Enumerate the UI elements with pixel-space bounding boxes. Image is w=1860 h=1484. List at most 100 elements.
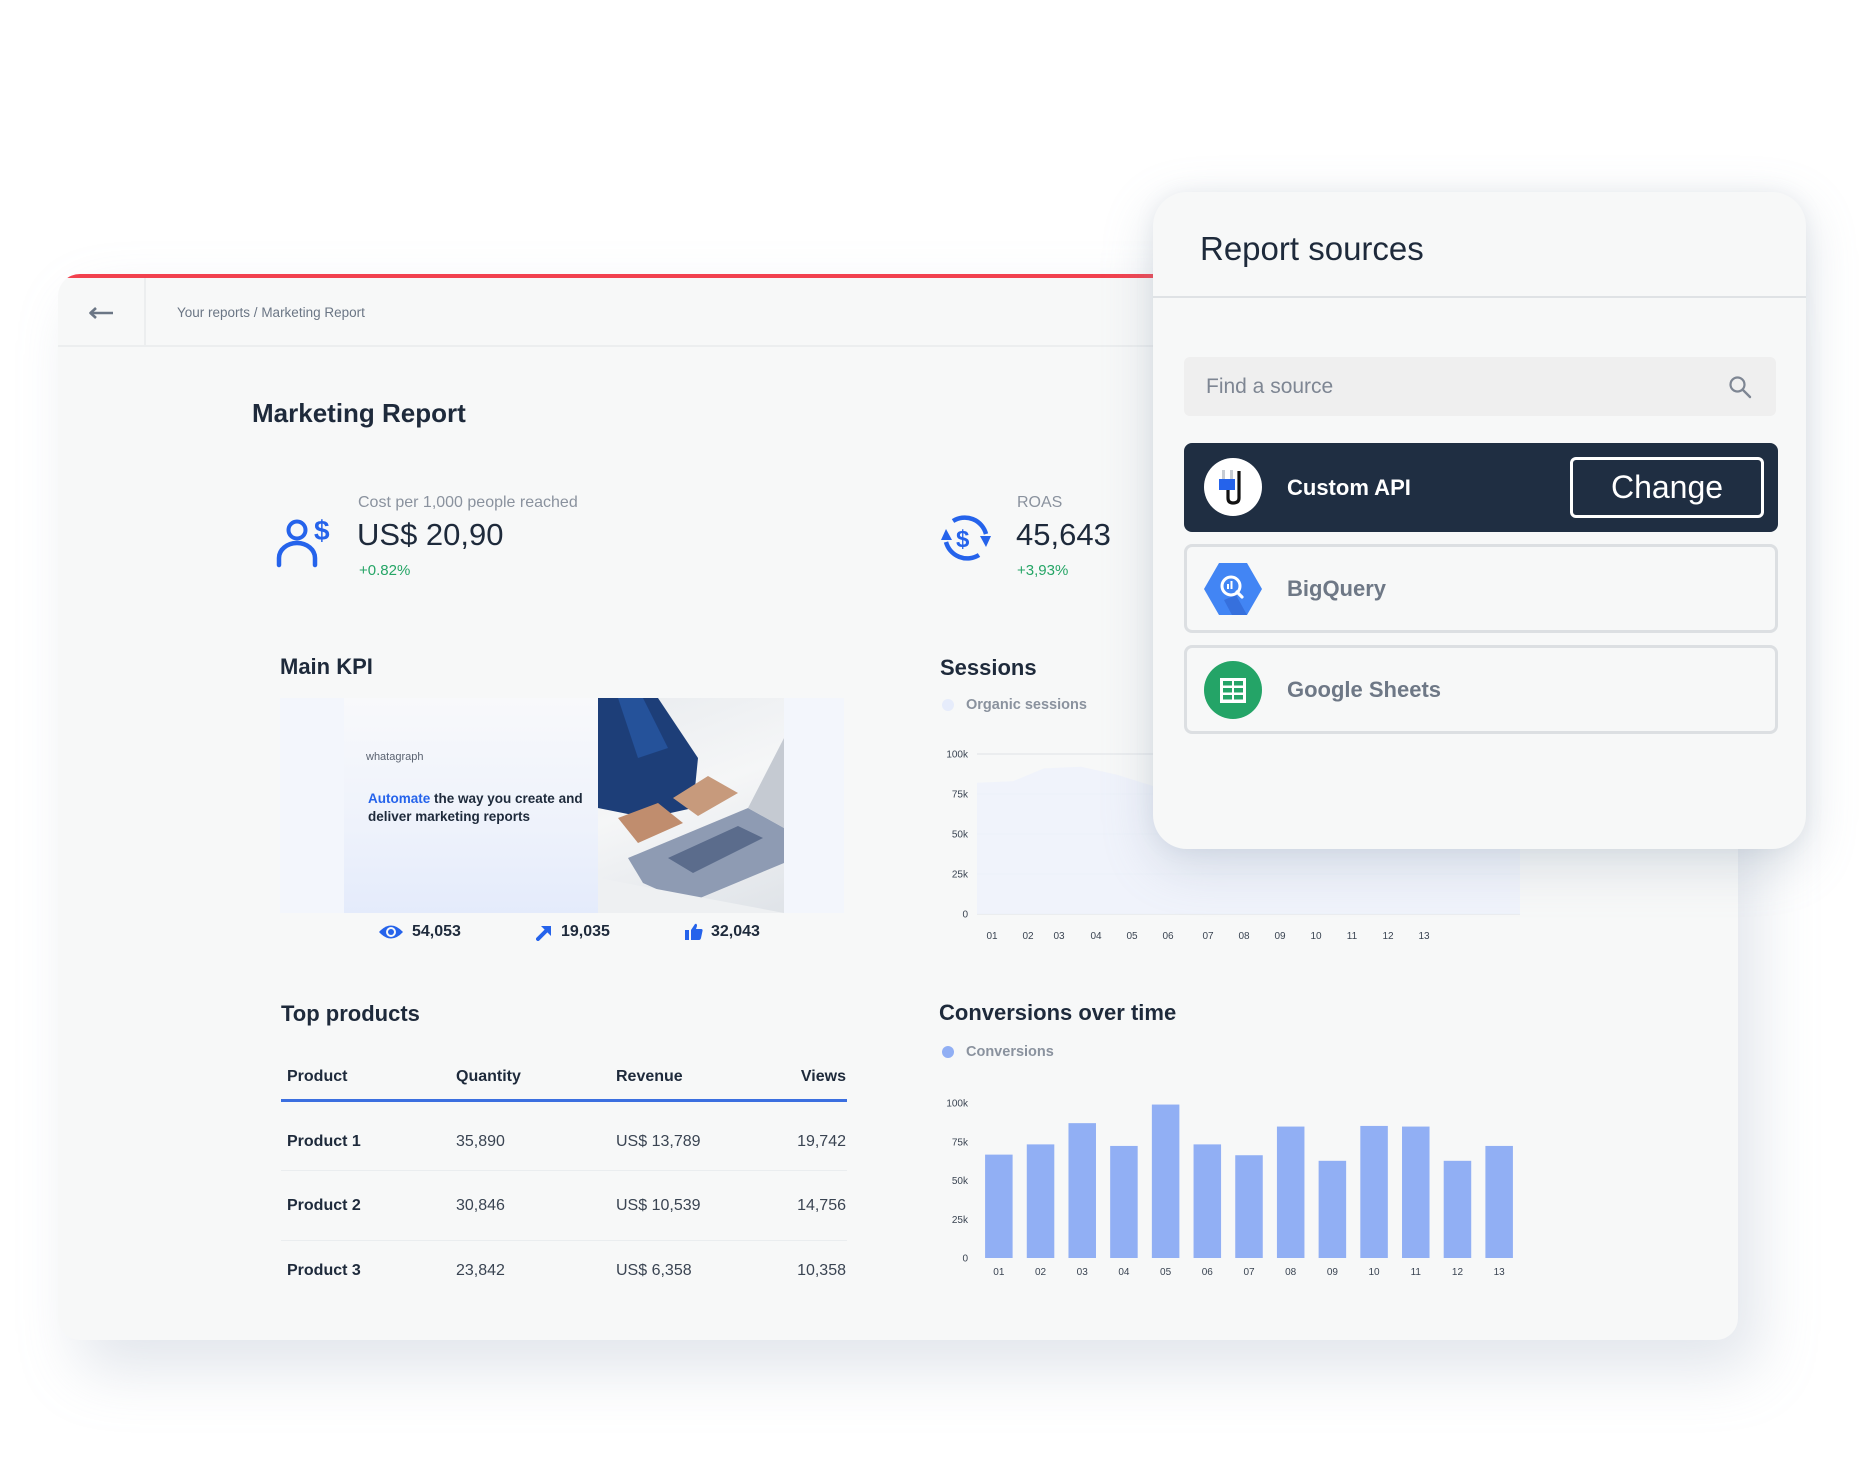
svg-text:$: $ (956, 526, 970, 553)
x-tick-label: 05 (1160, 1267, 1172, 1278)
stat-value: 19,035 (561, 923, 610, 940)
bar (1360, 1125, 1388, 1258)
user-dollar-icon: $ (276, 518, 330, 568)
x-tick-label: 13 (1418, 931, 1430, 942)
breadcrumb: Your reports / Marketing Report (177, 278, 365, 347)
x-tick-label: 06 (1202, 1267, 1214, 1278)
panel-divider (1153, 296, 1806, 298)
kpi-change: +3,93% (1017, 562, 1069, 579)
promo-banner: whatagraph Automate the way you create a… (344, 698, 598, 913)
column-header[interactable]: Product (287, 1068, 347, 1086)
stat-value: 54,053 (412, 923, 461, 940)
panel-title: Report sources (1200, 230, 1424, 267)
stat-clicks: 19,035 (536, 920, 610, 944)
breadcrumb-separator: / (250, 305, 262, 320)
x-tick-label: 04 (1090, 931, 1102, 942)
kpi-value: 45,643 (1016, 517, 1111, 552)
svg-text:$: $ (314, 518, 330, 546)
x-tick-label: 12 (1452, 1267, 1464, 1278)
google-sheets-icon (1204, 661, 1262, 719)
y-tick-label: 0 (962, 1254, 968, 1265)
x-tick-label: 03 (1053, 931, 1065, 942)
y-tick-label: 75k (952, 790, 969, 801)
column-header[interactable]: Revenue (616, 1068, 683, 1086)
legend-dot (942, 1046, 954, 1058)
x-tick-label: 04 (1118, 1267, 1130, 1278)
bar (1110, 1145, 1138, 1258)
eye-icon (379, 925, 403, 939)
stat-likes: 32,043 (685, 920, 760, 944)
legend-dot (942, 699, 954, 711)
row-divider (281, 1170, 847, 1171)
x-tick-label: 08 (1238, 931, 1250, 942)
source-item-custom-api[interactable]: Custom API Change (1184, 443, 1778, 532)
laptop-illustration (598, 698, 784, 913)
cell-product: Product 2 (287, 1197, 361, 1214)
bar (1151, 1104, 1180, 1258)
x-tick-label: 07 (1202, 931, 1214, 942)
x-tick-label: 05 (1126, 931, 1138, 942)
brand-logo-text: whatagraph (366, 751, 424, 763)
row-divider (281, 1240, 847, 1241)
x-tick-label: 13 (1494, 1267, 1506, 1278)
cell-views: 14,756 (797, 1197, 846, 1214)
dollar-cycle-icon: $ (941, 515, 991, 561)
x-tick-label: 11 (1411, 1267, 1422, 1278)
cell-revenue: US$ 6,358 (616, 1262, 692, 1279)
breadcrumb-item-current: Marketing Report (261, 305, 365, 320)
plug-icon (1204, 458, 1262, 516)
bar (1485, 1145, 1513, 1258)
arrow-up-right-icon (536, 925, 551, 941)
source-name: BigQuery (1287, 575, 1387, 601)
report-sources-panel: Report sources Custom API Change Bi (1153, 192, 1806, 849)
kpi-label: ROAS (1017, 494, 1063, 511)
x-tick-label: 09 (1274, 931, 1286, 942)
banner-tagline: Automate the way you create and deliver … (368, 790, 588, 826)
column-header[interactable]: Views (801, 1068, 846, 1086)
bar (1068, 1123, 1096, 1258)
x-tick-label: 08 (1285, 1267, 1297, 1278)
y-tick-label: 25k (952, 870, 969, 881)
source-item-google-sheets[interactable]: Google Sheets (1184, 645, 1778, 734)
source-name: Google Sheets (1287, 676, 1442, 702)
y-tick-label: 25k (952, 1215, 969, 1226)
header-underline (281, 1099, 847, 1102)
bigquery-icon (1204, 563, 1262, 615)
cell-revenue: US$ 13,789 (616, 1133, 701, 1150)
y-tick-label: 0 (962, 910, 968, 921)
search-box (1184, 357, 1776, 416)
x-tick-label: 06 (1162, 931, 1174, 942)
x-tick-label: 01 (986, 931, 998, 942)
x-tick-label: 02 (1035, 1267, 1047, 1278)
x-tick-label: 07 (1243, 1267, 1255, 1278)
source-item-bigquery[interactable]: BigQuery (1184, 544, 1778, 633)
breadcrumb-item-reports[interactable]: Your reports (177, 305, 250, 320)
cell-views: 10,358 (797, 1262, 846, 1279)
y-tick-label: 100k (946, 1099, 969, 1110)
top-products-title: Top products (281, 1001, 420, 1026)
search-icon[interactable] (1728, 375, 1752, 399)
bar (1443, 1160, 1472, 1258)
change-source-button[interactable]: Change (1570, 457, 1764, 518)
cell-product: Product 3 (287, 1262, 361, 1279)
x-tick-label: 01 (993, 1267, 1005, 1278)
bar (1276, 1126, 1305, 1258)
x-tick-label: 09 (1327, 1267, 1339, 1278)
arrow-left-icon (89, 306, 113, 319)
cell-views: 19,742 (797, 1133, 846, 1150)
cell-quantity: 23,842 (456, 1262, 505, 1279)
x-tick-label: 03 (1077, 1267, 1089, 1278)
x-tick-label: 11 (1347, 931, 1358, 942)
column-header[interactable]: Quantity (456, 1068, 521, 1086)
y-tick-label: 50k (952, 830, 969, 841)
thumbs-up-icon (685, 923, 703, 940)
kpi-value: US$ 20,90 (357, 517, 504, 552)
cell-revenue: US$ 10,539 (616, 1197, 701, 1214)
cell-product: Product 1 (287, 1133, 361, 1150)
conversions-title: Conversions over time (939, 1000, 1177, 1025)
conversions-legend: Conversions (942, 1044, 1054, 1060)
kpi-change: +0.82% (359, 562, 411, 579)
search-input[interactable] (1184, 357, 1776, 416)
legend-label: Organic sessions (966, 697, 1087, 713)
back-button[interactable] (58, 278, 146, 347)
